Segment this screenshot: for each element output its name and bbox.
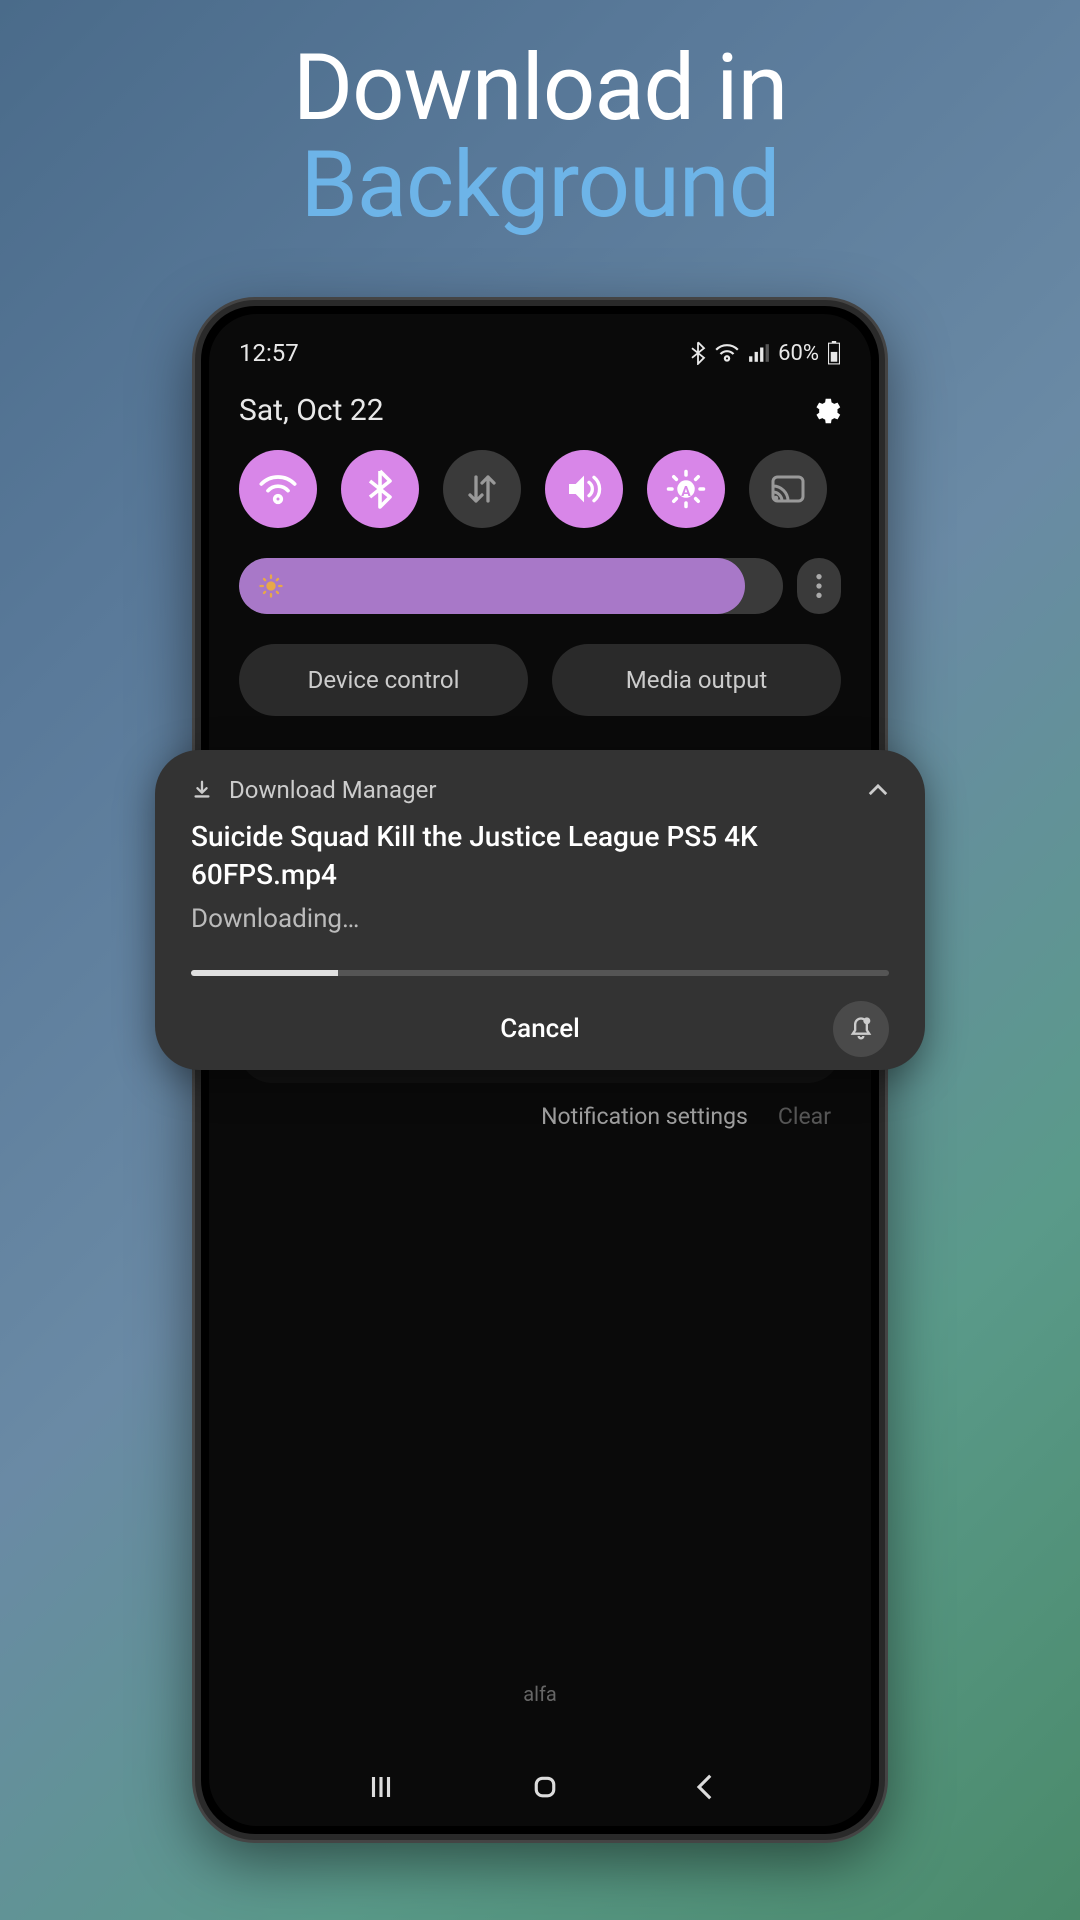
notification-status: Downloading… — [191, 904, 889, 934]
hero-title: Download in Background — [0, 0, 1080, 239]
brightness-slider[interactable] — [239, 558, 783, 614]
status-time: 12:57 — [239, 339, 299, 367]
bottom-actions: Notification settings Clear — [209, 1083, 871, 1150]
nav-recents-button[interactable] — [366, 1772, 396, 1802]
status-icons: 60% — [690, 341, 841, 366]
navigation-bar — [209, 1772, 871, 1802]
device-control-button[interactable]: Device control — [239, 644, 528, 716]
cancel-button[interactable]: Cancel — [191, 1014, 889, 1044]
download-notification[interactable]: Download Manager Suicide Squad Kill the … — [155, 750, 925, 1070]
auto-brightness-toggle[interactable]: A — [647, 450, 725, 528]
download-icon — [191, 779, 213, 801]
media-output-button[interactable]: Media output — [552, 644, 841, 716]
brightness-row — [209, 528, 871, 614]
sun-icon — [257, 572, 285, 600]
gear-icon[interactable] — [809, 395, 841, 427]
sound-toggle[interactable] — [545, 450, 623, 528]
clear-button[interactable]: Clear — [778, 1103, 831, 1130]
notification-app-name: Download Manager — [229, 776, 851, 804]
brightness-fill — [239, 558, 745, 614]
mobile-data-toggle[interactable] — [443, 450, 521, 528]
hero-line2: Background — [0, 132, 1080, 239]
bluetooth-icon — [690, 341, 706, 365]
bluetooth-toggle[interactable] — [341, 450, 419, 528]
wifi-toggle[interactable] — [239, 450, 317, 528]
signal-icon — [748, 343, 770, 363]
wifi-icon — [714, 343, 740, 363]
hero-line1: Download in — [0, 35, 1080, 142]
battery-percent: 60% — [778, 341, 819, 366]
svg-text:A: A — [681, 484, 691, 500]
quick-toggles: A — [209, 450, 871, 528]
notification-settings-button[interactable]: Notification settings — [541, 1103, 748, 1130]
download-progress-bar — [191, 970, 889, 976]
notification-title: Suicide Squad Kill the Justice League PS… — [191, 818, 889, 894]
phone-screen: 12:57 60% Sat, Oct 22 — [209, 314, 871, 1826]
status-bar: 12:57 60% — [209, 314, 871, 375]
battery-icon — [827, 341, 841, 365]
control-buttons: Device control Media output — [209, 614, 871, 716]
nav-back-button[interactable] — [694, 1772, 714, 1802]
phone-frame: 12:57 60% Sat, Oct 22 — [195, 300, 885, 1840]
bell-button[interactable] — [833, 1001, 889, 1057]
nav-home-button[interactable] — [530, 1772, 560, 1802]
notification-actions: Cancel — [191, 1014, 889, 1044]
watermark: alfa — [209, 1682, 871, 1706]
brightness-more-button[interactable] — [797, 558, 841, 614]
date-text: Sat, Oct 22 — [239, 393, 384, 428]
date-settings-row: Sat, Oct 22 — [209, 375, 871, 450]
download-progress-fill — [191, 970, 338, 976]
cast-toggle[interactable] — [749, 450, 827, 528]
notification-header: Download Manager — [191, 776, 889, 804]
chevron-up-icon[interactable] — [867, 783, 889, 797]
